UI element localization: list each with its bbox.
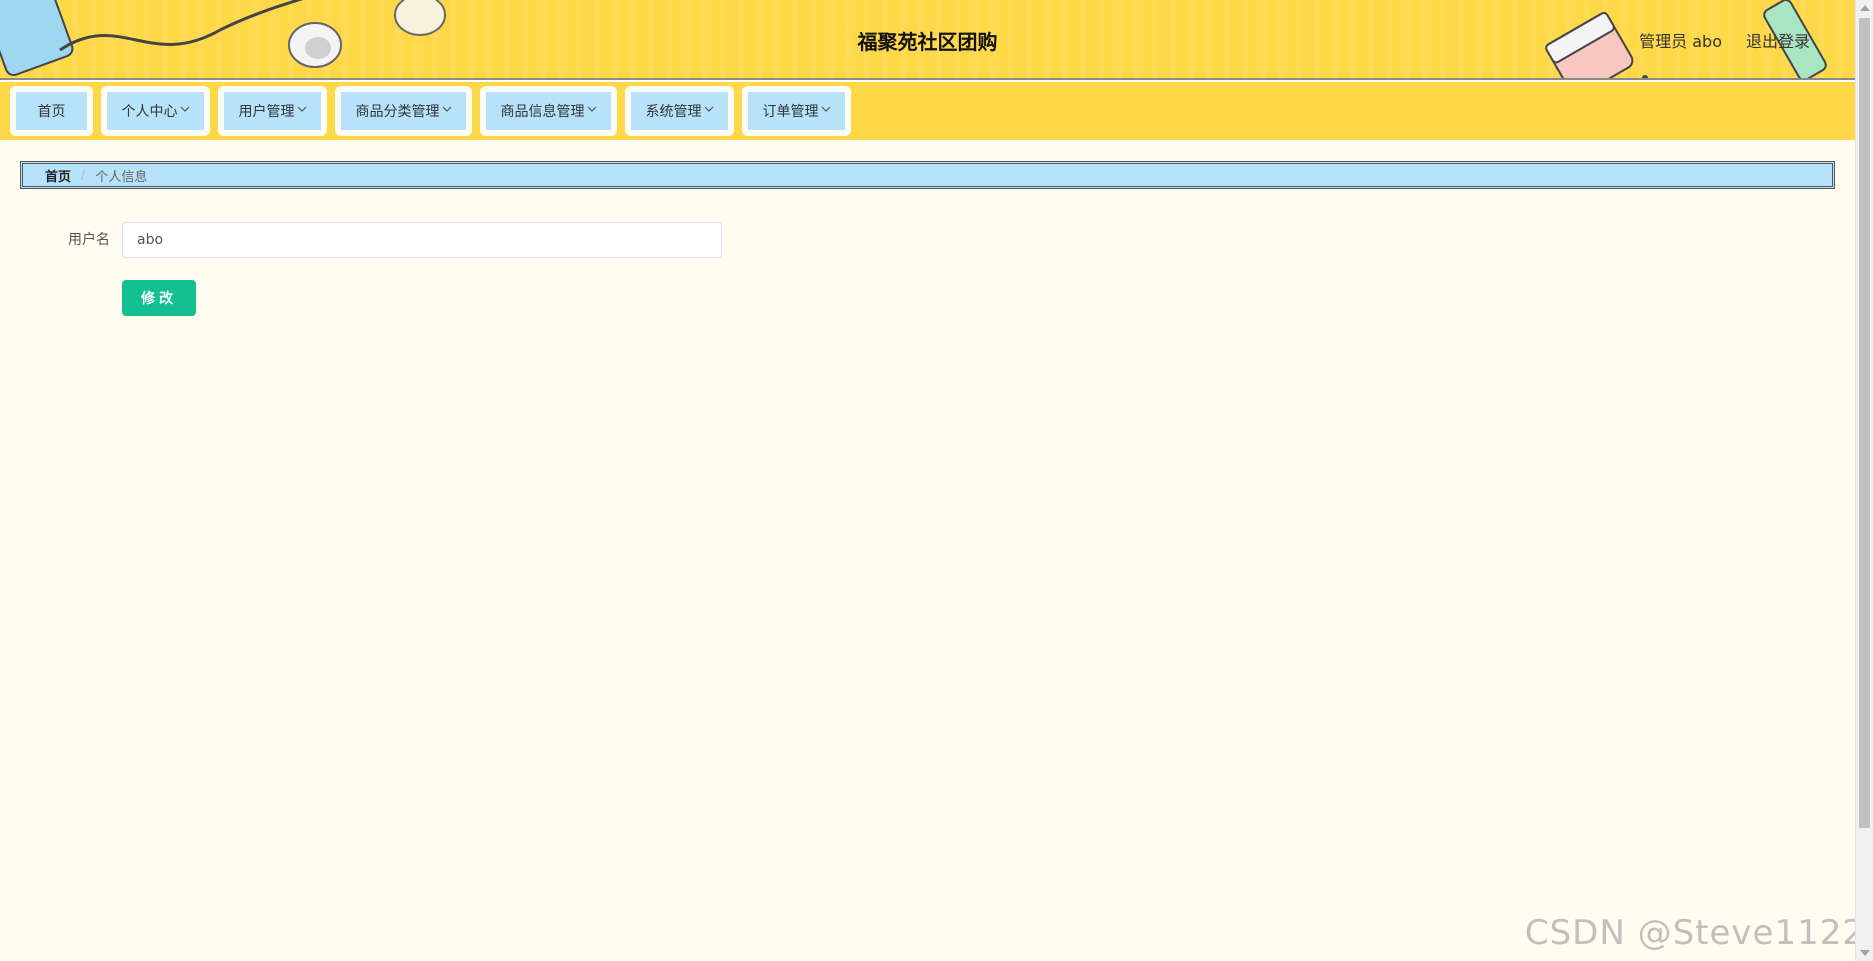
chevron-down-icon — [180, 106, 189, 112]
nav-item-personal-center[interactable]: 个人中心 — [101, 86, 210, 136]
nav-item-order-management[interactable]: 订单管理 — [742, 86, 851, 136]
nav-item-label: 订单管理 — [762, 104, 819, 120]
nav-item-user-management-inner: 用户管理 — [224, 92, 321, 130]
nav-item-label: 商品信息管理 — [500, 104, 585, 120]
scroll-up-icon[interactable] — [1860, 5, 1870, 11]
nav-item-home[interactable]: 首页 — [10, 86, 93, 136]
nav-item-label: 个人中心 — [121, 104, 178, 120]
modify-button[interactable]: 修改 — [122, 280, 196, 316]
chevron-down-icon — [704, 106, 713, 112]
nav-item-product-management[interactable]: 商品信息管理 — [480, 86, 617, 136]
scroll-down-icon[interactable] — [1860, 950, 1870, 956]
logout-link[interactable]: 退出登录 — [1746, 28, 1810, 52]
username-label: 用户名 — [68, 232, 110, 248]
username-input[interactable] — [122, 222, 722, 258]
nav-item-label: 首页 — [37, 104, 66, 120]
nav-item-label: 商品分类管理 — [355, 104, 440, 120]
breadcrumb: 首页 / 个人信息 — [20, 161, 1835, 189]
breadcrumb-current: 个人信息 — [95, 169, 148, 185]
nav-item-system-management[interactable]: 系统管理 — [625, 86, 734, 136]
chevron-down-icon — [442, 106, 451, 112]
nav-item-label: 系统管理 — [645, 104, 702, 120]
nav-item-product-management-inner: 商品信息管理 — [486, 92, 611, 130]
nav-item-category-management[interactable]: 商品分类管理 — [335, 86, 472, 136]
chevron-down-icon — [821, 106, 830, 112]
nav-item-home-inner: 首页 — [16, 92, 87, 130]
user-area: 管理员 abo 退出登录 — [1639, 28, 1810, 52]
nav-item-category-management-inner: 商品分类管理 — [341, 92, 466, 130]
vertical-scrollbar[interactable] — [1855, 0, 1873, 961]
current-user-label: 管理员 abo — [1639, 32, 1722, 51]
page: 福聚苑社区团购 管理员 abo 退出登录 首页 个人中心 用户管理 商品分类管理… — [0, 0, 1873, 961]
scrollbar-thumb[interactable] — [1859, 18, 1870, 828]
breadcrumb-home-link[interactable]: 首页 — [45, 166, 71, 185]
app-title: 福聚苑社区团购 — [857, 30, 998, 54]
main-nav: 首页 个人中心 用户管理 商品分类管理 商品信息管理 系统管理 订单管理 — [0, 82, 1855, 140]
nav-item-personal-center-inner: 个人中心 — [107, 92, 204, 130]
breadcrumb-separator: / — [81, 167, 86, 183]
chevron-down-icon — [587, 106, 596, 112]
nav-item-system-management-inner: 系统管理 — [631, 92, 728, 130]
chevron-down-icon — [297, 106, 306, 112]
nav-item-user-management[interactable]: 用户管理 — [218, 86, 327, 136]
header-bar: 福聚苑社区团购 管理员 abo 退出登录 — [0, 0, 1855, 80]
nav-item-label: 用户管理 — [238, 104, 295, 120]
nav-item-order-management-inner: 订单管理 — [748, 92, 845, 130]
watermark: CSDN @Steve1122 — [1524, 913, 1865, 953]
